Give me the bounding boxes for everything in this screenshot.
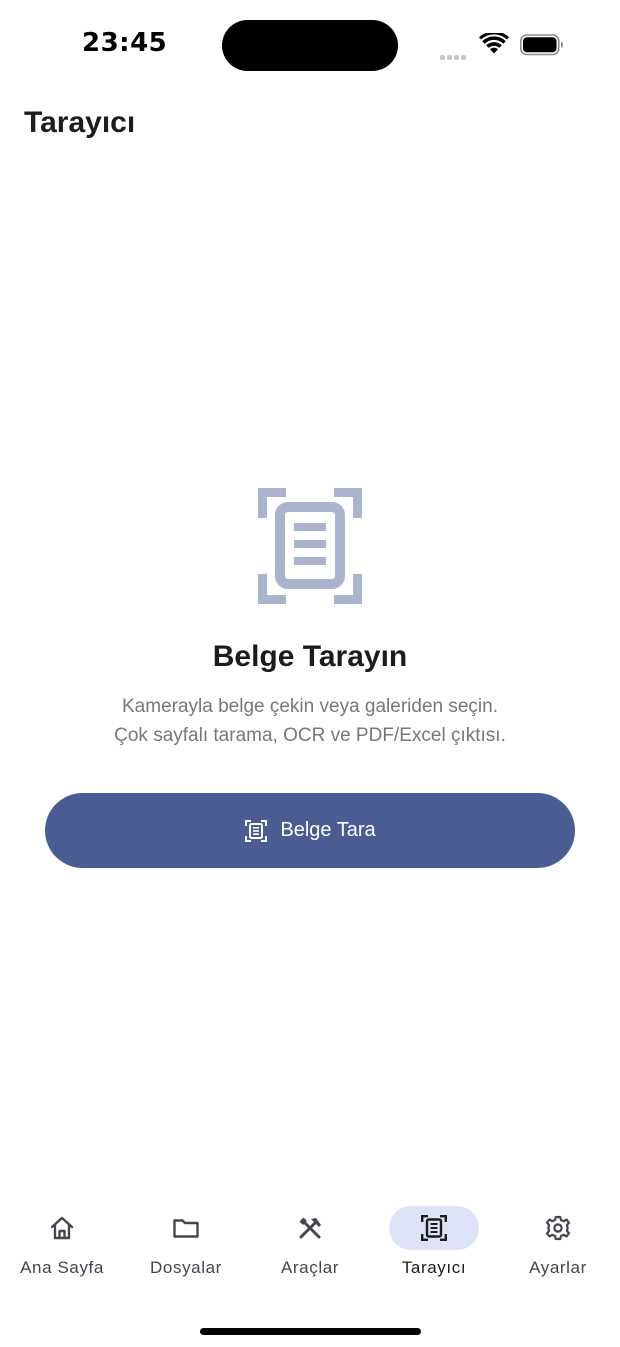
gear-icon [545, 1215, 571, 1241]
nav-item-files[interactable]: Dosyalar [124, 1196, 248, 1286]
nav-icon-container [265, 1206, 355, 1250]
nav-item-label: Ayarlar [529, 1258, 587, 1277]
nav-item-label: Tarayıcı [401, 1258, 467, 1277]
empty-state-description-line: Çok sayfalı tarama, OCR ve PDF/Excel çık… [114, 725, 506, 746]
empty-state-description: Kamerayla belge çekin veya galeriden seç… [0, 692, 620, 750]
nav-item-tools[interactable]: Araçlar [248, 1196, 372, 1286]
document-scanner-icon [421, 1215, 447, 1241]
tools-icon [299, 1217, 321, 1239]
home-indicator [200, 1328, 421, 1335]
home-icon [50, 1216, 74, 1240]
nav-item-label: Araçlar [280, 1258, 340, 1277]
status-time: 23:45 [82, 28, 168, 58]
nav-item-settings[interactable]: Ayarlar [496, 1196, 620, 1286]
folder-icon [173, 1219, 199, 1238]
nav-item-scanner[interactable]: Tarayıcı [372, 1196, 496, 1286]
nav-icon-container [513, 1206, 603, 1250]
wifi-icon [479, 33, 509, 54]
document-scanner-icon [245, 819, 268, 842]
nav-icon-container [17, 1206, 107, 1250]
nav-item-label: Ana Sayfa [20, 1258, 104, 1277]
status-bar: 23:45 [0, 0, 620, 90]
nav-icon-container [389, 1206, 479, 1250]
cellular-signal-icon [440, 47, 472, 60]
scan-document-button[interactable]: Belge Tara [45, 793, 575, 868]
empty-state-title: Belge Tarayın [212, 640, 408, 673]
document-scanner-icon [258, 488, 362, 604]
nav-item-home[interactable]: Ana Sayfa [0, 1196, 124, 1286]
page-title: Tarayıcı [24, 106, 136, 139]
battery-icon [520, 34, 563, 56]
dynamic-island [222, 20, 398, 71]
nav-icon-container [141, 1206, 231, 1250]
bottom-navigation: Ana Sayfa Dosyalar Araçlar Tarayıcı Ayar… [0, 1196, 620, 1296]
nav-item-label: Dosyalar [150, 1258, 222, 1277]
scan-document-button-label: Belge Tara [280, 819, 376, 841]
empty-state-description-line: Kamerayla belge çekin veya galeriden seç… [122, 696, 498, 717]
